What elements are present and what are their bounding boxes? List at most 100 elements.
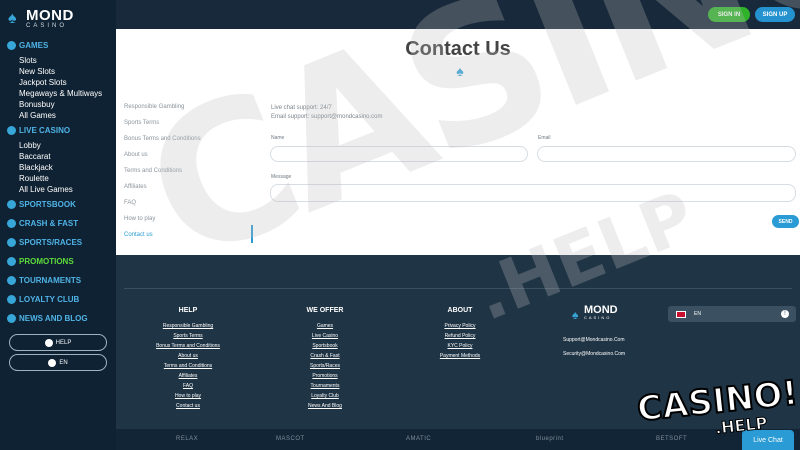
info-menu-item[interactable]: How to play	[124, 211, 254, 227]
live-chat-info: Live chat support: 24/7	[271, 105, 332, 111]
footer-link[interactable]: Sports Terms	[143, 331, 233, 341]
name-field[interactable]	[270, 146, 528, 162]
footer-link[interactable]: Affiliates	[143, 371, 233, 381]
footer-offer-column: WE OFFER Games Live Casino Sportsbook Crash…	[280, 307, 370, 411]
sidebar-item[interactable]: All Games	[0, 110, 116, 121]
section-icon	[7, 295, 16, 304]
provider-logo: blueprint	[536, 436, 564, 442]
sidebar-item[interactable]: New Slots	[0, 66, 116, 77]
sign-up-button[interactable]: SIGN UP	[755, 7, 795, 22]
page-title: Contact Us	[405, 38, 511, 60]
help-button[interactable]: HELP	[9, 334, 107, 351]
footer-help-column: HELP Responsible Gambling Sports Terms Bon…	[143, 307, 233, 411]
security-email[interactable]: Security@Mondcasino.Com	[563, 351, 625, 357]
email-field[interactable]	[537, 146, 796, 162]
footer-link[interactable]: KYC Policy	[415, 341, 505, 351]
sidebar: ♠ MOND CASINO GAMES Slots New Slots Jackpot…	[0, 0, 116, 450]
sidebar-section-5[interactable]: PROMOTIONS	[0, 252, 116, 271]
section-label: PROMOTIONS	[19, 257, 74, 266]
sidebar-item[interactable]: Slots	[0, 55, 116, 66]
footer-divider	[124, 288, 792, 289]
footer-link[interactable]: Privacy Policy	[415, 321, 505, 331]
active-indicator	[251, 225, 253, 243]
footer-link[interactable]: Loyalty Club	[280, 391, 370, 401]
info-menu-item[interactable]: Sports Terms	[124, 115, 254, 131]
sidebar-section-3[interactable]: CRASH & FAST	[0, 214, 116, 233]
footer-link[interactable]: FAQ	[143, 381, 233, 391]
section-icon	[7, 219, 16, 228]
language-selector[interactable]: EN !	[668, 306, 796, 322]
provider-logo: RELAX	[176, 436, 199, 442]
question-icon	[44, 338, 53, 347]
sidebar-section-7[interactable]: LOYALTY CLUB	[0, 290, 116, 309]
sidebar-section-4[interactable]: SPORTS/RACES	[0, 233, 116, 252]
footer-brand-name: MOND	[584, 304, 618, 316]
section-icon	[7, 126, 16, 135]
footer-link[interactable]: Sports/Races	[280, 361, 370, 371]
footer-link[interactable]: About us	[143, 351, 233, 361]
send-button[interactable]: SEND	[772, 215, 799, 228]
info-menu-item[interactable]: Bonus Terms and Conditions	[124, 131, 254, 147]
footer-link[interactable]: Promotions	[280, 371, 370, 381]
section-icon	[7, 41, 16, 50]
footer-link[interactable]: Tournaments	[280, 381, 370, 391]
footer-link[interactable]: Contact us	[143, 401, 233, 411]
sidebar-section-6[interactable]: TOURNAMENTS	[0, 271, 116, 290]
footer-link[interactable]: News And Blog	[280, 401, 370, 411]
provider-logo: BETSOFT	[656, 436, 688, 442]
spade-icon: ♠	[572, 307, 579, 322]
email-label: Email	[538, 135, 551, 141]
spade-icon: ♠	[456, 63, 464, 79]
info-menu-item[interactable]: Responsible Gambling	[124, 99, 254, 115]
section-label: SPORTSBOOK	[19, 200, 76, 209]
section-icon	[7, 200, 16, 209]
language-button-label: EN	[59, 359, 68, 366]
sign-in-button[interactable]: SIGN IN	[708, 7, 750, 22]
sidebar-item[interactable]: Baccarat	[0, 151, 116, 162]
footer-about-title: ABOUT	[447, 307, 473, 314]
sidebar-item[interactable]: Jackpot Slots	[0, 77, 116, 88]
casino-help-stamp: CASINO! .HELP	[634, 372, 800, 438]
info-icon: !	[781, 310, 789, 318]
footer-link[interactable]: Crash & Fast	[280, 351, 370, 361]
footer-link[interactable]: Refund Policy	[415, 331, 505, 341]
footer-link[interactable]: Games	[280, 321, 370, 331]
footer-link[interactable]: Terms and Conditions	[143, 361, 233, 371]
section-label: SPORTS/RACES	[19, 238, 83, 247]
sidebar-item[interactable]: Lobby	[0, 140, 116, 151]
info-menu-item[interactable]: Contact us	[124, 227, 254, 243]
message-field[interactable]	[270, 184, 796, 202]
footer-link[interactable]: Sportsbook	[280, 341, 370, 351]
support-email[interactable]: Support@Mondcasino.Com	[563, 337, 625, 343]
footer-help-title: HELP	[178, 307, 198, 314]
footer-link[interactable]: How to play	[143, 391, 233, 401]
brand-logo[interactable]: ♠ MOND CASINO	[0, 6, 116, 32]
info-menu-item[interactable]: FAQ	[124, 195, 254, 211]
footer-link[interactable]: Bonus Terms and Conditions	[143, 341, 233, 351]
info-menu-item[interactable]: About us	[124, 147, 254, 163]
footer-link[interactable]: Payment Methods	[415, 351, 505, 361]
sidebar-item[interactable]: Megaways & Multiways	[0, 88, 116, 99]
sidebar-item[interactable]: Blackjack	[0, 162, 116, 173]
provider-logo: MASCOT	[276, 436, 305, 442]
sidebar-item[interactable]: All Live Games	[0, 184, 116, 195]
sidebar-item[interactable]: Bonusbuy	[0, 99, 116, 110]
section-label: TOURNAMENTS	[19, 276, 82, 285]
sidebar-section-2[interactable]: SPORTSBOOK	[0, 195, 116, 214]
sidebar-section-8[interactable]: NEWS AND BLOG	[0, 309, 116, 328]
info-menu-item[interactable]: Terms and Conditions	[124, 163, 254, 179]
email-support-info: Email support: support@mondcasino.com	[271, 114, 383, 120]
section-icon	[7, 238, 16, 247]
language-button[interactable]: EN	[9, 354, 107, 371]
section-label: NEWS AND BLOG	[19, 314, 88, 323]
globe-icon	[48, 358, 57, 367]
sidebar-section-1[interactable]: LIVE CASINO	[0, 121, 116, 140]
sidebar-section-0[interactable]: GAMES	[0, 36, 116, 55]
sidebar-item[interactable]: Roulette	[0, 173, 116, 184]
footer-link[interactable]: Live Casino	[280, 331, 370, 341]
info-menu-item[interactable]: Affiliates	[124, 179, 254, 195]
section-icon	[7, 276, 16, 285]
language-value: EN	[694, 311, 701, 317]
footer-link[interactable]: Responsible Gambling	[143, 321, 233, 331]
help-button-label: HELP	[55, 339, 72, 346]
